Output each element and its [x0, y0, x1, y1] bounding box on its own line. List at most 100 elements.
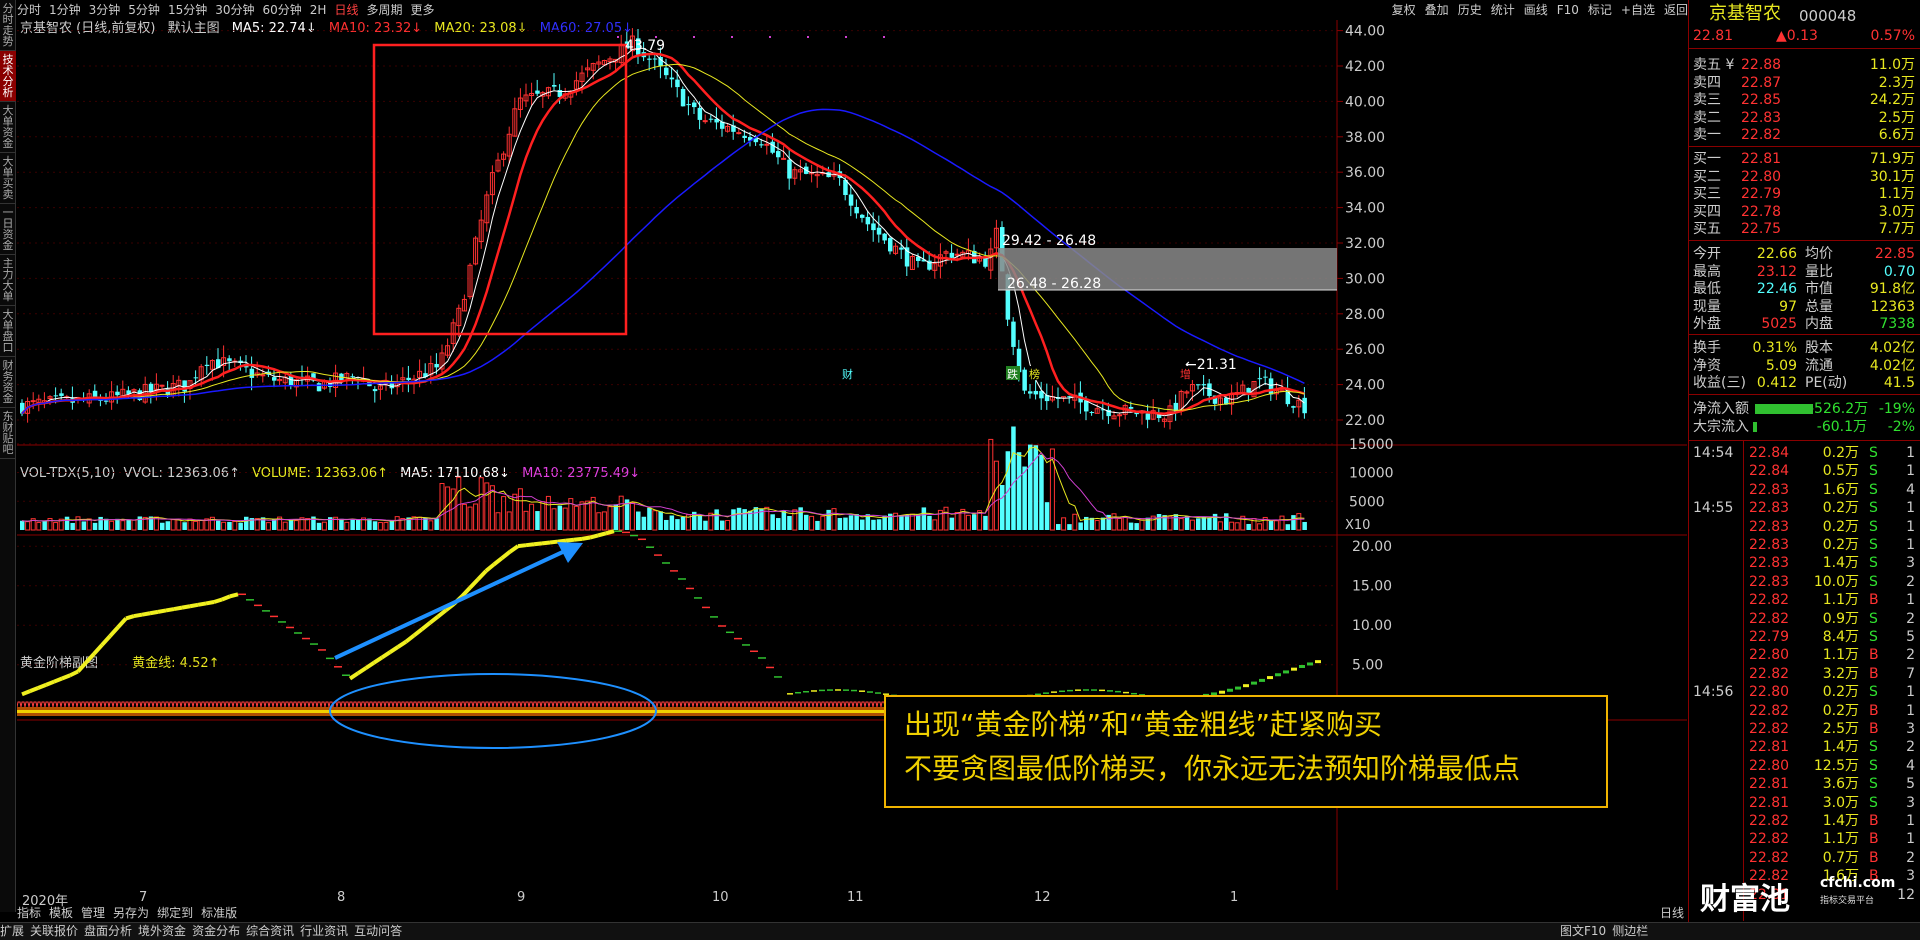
period-tab-7[interactable]: 2H	[310, 0, 327, 20]
indicator-btn-1[interactable]: 模板	[49, 906, 73, 920]
volume-bar-down	[720, 520, 725, 530]
tick-row-4-cell: 22.83	[1749, 518, 1790, 535]
left-tab-6[interactable]: 大单盘口	[0, 306, 16, 357]
toolbar-btn-2[interactable]: 历史	[1458, 3, 1482, 17]
period-tab-0[interactable]: 分时	[17, 0, 41, 20]
tick-row-13-cell: 22.80	[1749, 684, 1790, 701]
left-tab-8[interactable]: 东财贴吧	[0, 408, 16, 459]
tick-row-18-cell: 3.6万	[1822, 776, 1859, 793]
tick-row-16-cell: 22.81	[1749, 739, 1790, 756]
price-tick-label: 26.00	[1345, 342, 1385, 358]
period-tab-9[interactable]: 多周期	[366, 0, 402, 20]
stat2-row-0-cell: 4.02亿	[1869, 340, 1915, 356]
indicator-btn-2[interactable]: 管理	[81, 906, 105, 920]
volume-bar-down	[949, 517, 955, 530]
volume-bar-down	[826, 509, 831, 530]
indicator-btn-5[interactable]: 标准版	[201, 906, 237, 920]
bottom-tab-1[interactable]: 关联报价	[30, 924, 78, 938]
volume-bar-up	[629, 502, 635, 531]
volume-bar-up	[943, 506, 949, 531]
quote-panel: 京基智农 000048 22.81 ▲0.13 0.57% 卖五 ¥ 22.88 11.0万卖…	[1688, 0, 1920, 922]
candle-body-down	[680, 88, 686, 107]
flow-bar	[1753, 422, 1757, 432]
volume-bar-up	[988, 438, 994, 531]
time-label-3: 9	[517, 890, 526, 905]
candle-body-down	[148, 383, 154, 393]
volume-bar-down	[372, 521, 378, 530]
ask-row-0-cell: 22.88	[1741, 57, 1782, 73]
volume-bar-up	[109, 520, 115, 531]
candle-body-down	[826, 172, 831, 178]
toolbar-btn-7[interactable]: +自选	[1621, 3, 1655, 17]
bottom-tab-3[interactable]: 境外资金	[138, 924, 186, 938]
bottom-tab-4[interactable]: 资金分布	[192, 924, 240, 938]
tick-row-14: 22.82 0.2万 B 1	[1689, 702, 1920, 720]
left-vertical-tabs: 分时走势 技术分析 大单资金 大单买卖 一日资金 主力大单 大单盘口 财务资金 东财贴吧	[0, 0, 16, 912]
toolbar-btn-5[interactable]: F10	[1557, 3, 1579, 17]
event-marker-0: 财	[842, 367, 853, 381]
stat-row-0-cell: 今开	[1693, 246, 1721, 262]
tick-row-10-cell: 22.79	[1749, 629, 1790, 645]
left-tab-0[interactable]: 分时走势	[0, 0, 16, 51]
left-tab-1[interactable]: 技术分析	[0, 51, 16, 102]
tick-row-5-cell: 0.2万	[1822, 537, 1859, 553]
bottom-tab-7[interactable]: 互动问答	[354, 924, 402, 938]
time-label-7: 1	[1230, 890, 1239, 905]
bottom-right-0[interactable]: 图文F10	[1560, 924, 1606, 938]
left-tab-2[interactable]: 大单资金	[0, 102, 16, 153]
volume-bar-down	[904, 514, 910, 530]
candle-body-down	[1145, 413, 1151, 420]
indicator-btn-4[interactable]: 绑定到	[157, 906, 193, 920]
period-tab-4[interactable]: 15分钟	[168, 0, 207, 20]
left-tab-3[interactable]: 大单买卖	[0, 153, 16, 204]
tick-row-8-cell: 22.82	[1749, 592, 1790, 609]
volume-bar-down	[244, 516, 249, 530]
tick-row-13-cell: 0.2万	[1822, 684, 1859, 701]
bottom-tab-2[interactable]: 盘面分析	[84, 924, 132, 938]
toolbar-btn-3[interactable]: 统计	[1491, 3, 1515, 17]
left-tab-4[interactable]: 一日资金	[0, 204, 16, 255]
bottom-right-1[interactable]: 侧边栏	[1612, 924, 1648, 938]
toolbar-btn-4[interactable]: 画线	[1524, 3, 1548, 17]
period-tab-10[interactable]: 更多	[410, 0, 434, 20]
tick-row-16-cell: 2	[1906, 739, 1915, 756]
period-tab-5[interactable]: 30分钟	[215, 0, 254, 20]
volume-bar-up	[484, 482, 490, 531]
vol-ma10-line	[21, 451, 1305, 522]
tick-row-5: 22.83 0.2万 S 1	[1689, 536, 1920, 554]
high-price-label: 43.79	[625, 38, 665, 54]
time-label-5: 11	[847, 890, 864, 905]
stat2-row-1-cell: 净资	[1693, 357, 1721, 374]
toolbar-btn-1[interactable]: 叠加	[1425, 3, 1449, 17]
bottom-tab-6[interactable]: 行业资讯	[300, 924, 348, 938]
stat-row-1: 最高 23.12 量比 0.70	[1689, 263, 1920, 281]
bid-row-3-cell: 22.78	[1741, 203, 1782, 220]
volume-bar-down	[104, 518, 109, 530]
left-tab-7[interactable]: 财务资金	[0, 357, 16, 408]
period-tab-8[interactable]: 日线	[334, 0, 358, 20]
bottom-tab-0[interactable]: 扩展	[0, 924, 24, 938]
tick-row-10: 22.79 8.4万 S 5	[1689, 628, 1920, 646]
tick-row-2-cell: S	[1869, 481, 1878, 498]
volume-bar-up	[265, 522, 271, 531]
volume-bar-down	[848, 515, 854, 530]
indicator-btn-0[interactable]: 指标	[17, 906, 41, 920]
period-tab-6[interactable]: 60分钟	[263, 0, 302, 20]
price-tick-label: 38.00	[1345, 130, 1385, 146]
bottom-tab-5[interactable]: 综合资讯	[246, 924, 294, 938]
ask-row-0-cell: 11.0万	[1869, 57, 1915, 73]
volume-bar-up	[517, 488, 523, 531]
toolbar-btn-0[interactable]: 复权	[1392, 3, 1416, 17]
period-tab-3[interactable]: 5分钟	[128, 0, 160, 20]
time-label-4: 10	[712, 890, 729, 905]
gold-step-up	[45, 679, 55, 687]
indicator-btn-3[interactable]: 另存为	[113, 906, 149, 920]
period-tab-1[interactable]: 1分钟	[49, 0, 81, 20]
volume-bar-up	[282, 521, 288, 531]
toolbar-btn-8[interactable]: 返回	[1664, 3, 1688, 17]
tick-row-13-cell: 1	[1906, 684, 1915, 701]
left-tab-5[interactable]: 主力大单	[0, 255, 16, 306]
toolbar-btn-6[interactable]: 标记	[1588, 3, 1612, 17]
period-tab-2[interactable]: 3分钟	[89, 0, 121, 20]
volume-bar-down	[860, 519, 865, 530]
